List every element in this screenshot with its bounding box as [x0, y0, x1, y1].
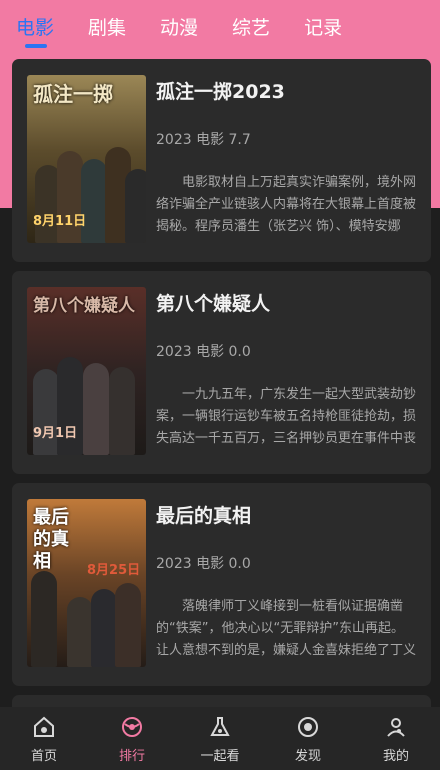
nav-label: 排行 [118, 749, 145, 764]
discover-icon [298, 717, 318, 737]
poster-title: 第八个嫌疑人 [33, 296, 135, 316]
category-tabs: 电影 剧集 动漫 综艺 记录 [0, 0, 440, 52]
nav-label: 一起看 [200, 749, 240, 764]
bottom-navigation: 首页 排行 一起看 发现 我的 [0, 707, 440, 770]
movie-title: 第八个嫌疑人 [156, 293, 271, 315]
home-icon [34, 716, 54, 737]
movie-poster: 第八个嫌疑人 9月1日 [27, 287, 146, 455]
movie-title: 最后的真相 [156, 505, 252, 527]
nav-watch-together[interactable]: 一起看 [180, 707, 260, 764]
ranking-icon [122, 717, 142, 737]
nav-label: 我的 [382, 749, 409, 764]
tab-movies[interactable]: 电影 [16, 13, 54, 48]
poster-release-date: 8月25日 [87, 563, 141, 578]
movie-card[interactable]: 最后的真相 8月25日 最后的真相 2023 电影 0.0 落魄律师丁义峰接到一… [12, 483, 431, 686]
nav-profile[interactable]: 我的 [356, 707, 436, 764]
poster-release-date: 9月1日 [33, 426, 78, 441]
movie-description: 电影取材自上万起真实诈骗案例，境外网络诈骗全产业链骇人内幕将在大银幕上首度被揭秘… [156, 175, 416, 234]
poster-title: 最后的真相 [33, 507, 69, 572]
nav-home[interactable]: 首页 [4, 707, 84, 764]
tab-documentary[interactable]: 记录 [304, 13, 342, 40]
poster-figures [27, 567, 146, 667]
movie-poster: 孤注一掷 8月11日 [27, 75, 146, 243]
tab-variety[interactable]: 综艺 [232, 13, 270, 40]
tab-anime[interactable]: 动漫 [160, 13, 198, 40]
movie-list: 孤注一掷 8月11日 孤注一掷2023 2023 电影 7.7 电影取材自上万起… [12, 59, 431, 724]
tab-tv-series[interactable]: 剧集 [88, 13, 126, 40]
movie-meta: 2023 电影 7.7 [156, 132, 251, 148]
movie-meta: 2023 电影 0.0 [156, 556, 251, 572]
watch-together-icon [210, 717, 230, 736]
nav-label: 首页 [30, 749, 57, 764]
nav-discover[interactable]: 发现 [268, 707, 348, 764]
poster-release-date: 8月11日 [33, 214, 87, 229]
nav-ranking[interactable]: 排行 [92, 707, 172, 764]
movie-meta: 2023 电影 0.0 [156, 344, 251, 360]
movie-card[interactable]: 孤注一掷 8月11日 孤注一掷2023 2023 电影 7.7 电影取材自上万起… [12, 59, 431, 262]
movie-poster: 最后的真相 8月25日 [27, 499, 146, 667]
movie-card[interactable]: 第八个嫌疑人 9月1日 第八个嫌疑人 2023 电影 0.0 一九九五年，广东发… [12, 271, 431, 474]
movie-description: 一九九五年，广东发生一起大型武装劫钞案，一辆银行运钞车被五名持枪匪徒抢劫，损失高… [156, 387, 416, 446]
nav-label: 发现 [294, 749, 321, 764]
profile-icon [387, 718, 405, 737]
movie-title: 孤注一掷2023 [156, 81, 285, 103]
movie-description: 落魄律师丁义峰接到一桩看似证据确凿的“铁案”，他决心以“无罪辩护”东山再起。让人… [156, 599, 416, 658]
poster-title: 孤注一掷 [33, 82, 113, 106]
